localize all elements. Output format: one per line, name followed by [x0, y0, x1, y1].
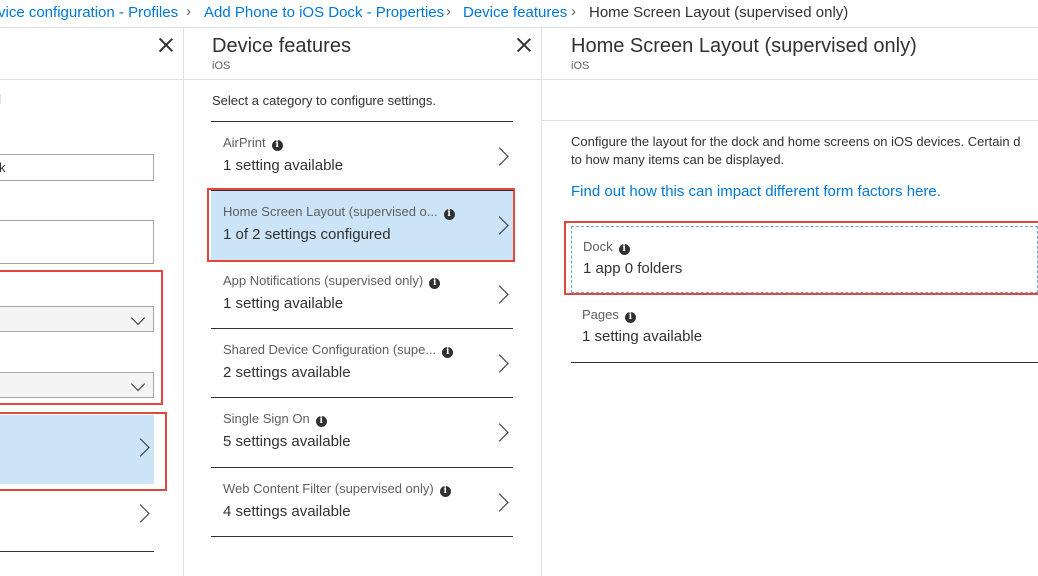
info-icon[interactable]: i — [439, 486, 451, 497]
chevron-right-icon — [490, 147, 509, 166]
scope-tags-row[interactable] — [0, 490, 154, 550]
feature-item-shared-device[interactable]: Shared Device Configuration (supe... i 2 … — [211, 329, 513, 398]
blade-toolbar-divider — [542, 120, 1038, 121]
feature-value: 1 setting available — [223, 295, 344, 312]
description-text: to how many items can be displayed. — [571, 152, 785, 167]
setting-row-pages[interactable]: Pages i 1 setting available — [571, 295, 1038, 362]
feature-value: 2 settings available — [223, 364, 351, 381]
info-icon[interactable]: i — [271, 140, 283, 151]
info-icon[interactable]: i — [442, 347, 454, 358]
annotation-highlight — [0, 412, 167, 491]
blade-subtitle: iOS — [212, 60, 231, 72]
feature-item-web-content-filter[interactable]: Web Content Filter (supervised only) i 4 … — [211, 468, 513, 537]
breadcrumb-link-device-features[interactable]: Device features — [463, 4, 567, 21]
row-divider — [0, 551, 154, 552]
description-text: Configure the layout for the dock and ho… — [571, 134, 1021, 149]
list-divider — [211, 536, 513, 537]
breadcrumb-link-properties[interactable]: Add Phone to iOS Dock - Properties — [204, 4, 444, 21]
blade-subtitle: iOS — [571, 60, 590, 72]
blade-divider — [541, 28, 542, 576]
blade-header-divider — [184, 79, 541, 80]
feature-label: Shared Device Configuration (supe... — [223, 342, 437, 357]
feature-item-airprint[interactable]: AirPrint i 1 setting available — [211, 122, 513, 191]
name-field[interactable]: k — [0, 154, 154, 181]
breadcrumb-current: Home Screen Layout (supervised only) — [589, 4, 849, 21]
breadcrumb-separator-icon: › — [186, 3, 191, 20]
feature-value: 5 settings available — [223, 433, 351, 450]
feature-label: Single Sign On — [223, 411, 310, 426]
breadcrumb-separator-icon: › — [571, 3, 576, 20]
chevron-right-icon — [490, 423, 509, 442]
chevron-right-icon — [131, 504, 150, 523]
info-icon[interactable]: i — [315, 416, 327, 427]
blade-header-divider — [0, 79, 183, 80]
chevron-right-icon — [490, 285, 509, 304]
breadcrumb-link-profiles[interactable]: vice configuration - Profiles — [0, 4, 178, 21]
feature-value: 1 setting available — [223, 157, 344, 174]
partial-tab-label[interactable]: l — [0, 91, 1, 107]
description-field[interactable] — [0, 220, 154, 264]
close-icon[interactable] — [515, 36, 533, 54]
setting-value: 1 setting available — [582, 328, 703, 345]
feature-item-single-sign-on[interactable]: Single Sign On i 5 settings available — [211, 398, 513, 467]
feature-label: AirPrint — [223, 135, 266, 150]
breadcrumb: vice configuration - Profiles › Add Phon… — [0, 0, 1038, 28]
annotation-highlight — [564, 221, 1038, 295]
info-icon[interactable]: i — [624, 312, 636, 323]
blade-divider — [183, 28, 184, 576]
blade-title: Home Screen Layout (supervised only) — [571, 35, 917, 57]
chevron-right-icon — [490, 354, 509, 373]
chevron-right-icon — [490, 493, 509, 512]
blade-title: Device features — [212, 35, 351, 57]
feature-label: App Notifications (supervised only) — [223, 273, 424, 288]
blade-header-divider — [542, 79, 1038, 80]
annotation-highlight — [207, 188, 515, 262]
row-divider — [571, 362, 1038, 363]
setting-label: Pages — [582, 307, 619, 322]
info-icon[interactable]: i — [429, 278, 441, 289]
breadcrumb-separator-icon: › — [446, 3, 451, 20]
annotation-highlight — [0, 270, 163, 405]
close-icon[interactable] — [157, 36, 175, 54]
instruction-text: Select a category to configure settings. — [212, 93, 437, 108]
feature-value: 4 settings available — [223, 503, 351, 520]
feature-label: Web Content Filter (supervised only) — [223, 481, 434, 496]
learn-more-link[interactable]: Find out how this can impact different f… — [571, 183, 941, 200]
feature-item-app-notifications[interactable]: App Notifications (supervised only) i 1 s… — [211, 260, 513, 329]
name-field-value: k — [0, 160, 6, 175]
